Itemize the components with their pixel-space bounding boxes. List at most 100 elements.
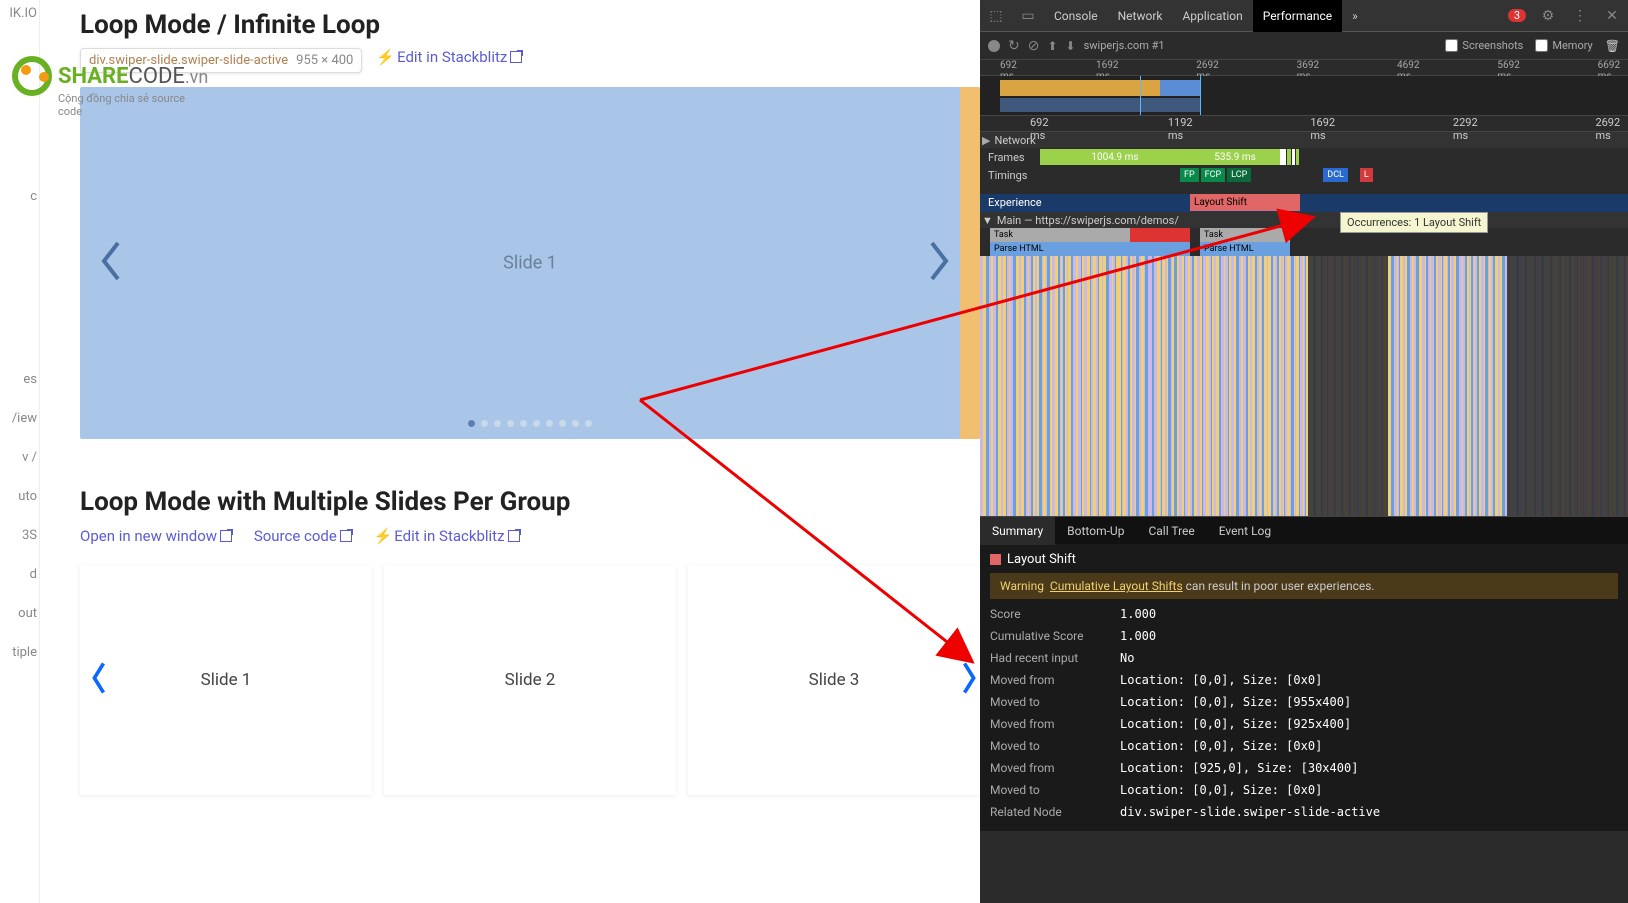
slide-card[interactable]: Slide 3 [688,565,980,795]
expand-icon[interactable]: ▶ [982,134,990,147]
device-icon[interactable]: ▭ [1012,8,1044,24]
frames-track[interactable]: Frames 1004.9 ms 535.9 ms [980,148,1628,166]
next-button[interactable] [926,239,954,287]
fp-badge[interactable]: FP [1180,168,1199,182]
timings-track[interactable]: Timings FP FCP LCP DCL L [980,166,1628,184]
summary-key: Moved from [990,761,1120,775]
tab-more[interactable]: » [1342,0,1368,32]
summary-key: Moved to [990,739,1120,753]
perf-toolbar: ↻ ⊘ ⬆ ⬇ swiperjs.com #1 Screenshots Memo… [980,32,1628,60]
clear-icon[interactable]: ⊘ [1028,38,1040,54]
open-window-link[interactable]: Open in new window [80,527,232,545]
external-icon [220,530,232,542]
slide-card[interactable]: Slide 2 [384,565,676,795]
summary-row: Moved toLocation: [0,0], Size: [0x0] [990,779,1618,801]
layout-shift-marker[interactable]: Layout Shift [1190,194,1300,211]
dcl-badge[interactable]: DCL [1323,168,1348,182]
pagination-dot[interactable] [533,420,540,427]
error-badge[interactable]: 3 [1508,9,1526,22]
sidebar-item[interactable]: out [18,606,37,621]
pagination-dot[interactable] [572,420,579,427]
bolt-icon: ⚡ [374,527,393,545]
inspect-icon[interactable]: ⬚ [980,8,1012,24]
tab-call-tree[interactable]: Call Tree [1136,517,1206,545]
record-icon[interactable] [988,40,1000,52]
tab-event-log[interactable]: Event Log [1207,517,1283,545]
summary-key: Related Node [990,805,1120,819]
summary-key: Moved from [990,717,1120,731]
frame-segment[interactable]: 1004.9 ms [1040,149,1190,165]
edit-stackblitz-link[interactable]: ⚡Edit in Stackblitz [376,48,522,66]
lcp-badge[interactable]: LCP [1227,168,1251,182]
warning-row: Warning Cumulative Layout Shifts can res… [990,573,1618,599]
fcp-badge[interactable]: FCP [1201,168,1226,182]
timeline-ruler[interactable]: 692 ms1692 ms2692 ms3692 ms4692 ms5692 m… [980,60,1628,76]
pagination-dot[interactable] [494,420,501,427]
sidebar-item[interactable]: c [30,189,37,204]
sidebar-item[interactable]: tiple [12,645,37,660]
external-icon [340,530,352,542]
flame-chart[interactable] [980,256,1628,516]
pagination-dot[interactable] [585,420,592,427]
tab-performance[interactable]: Performance [1253,0,1342,32]
main-track-header[interactable]: ▼Main — https://swiperjs.com/demos/ [980,212,1628,228]
memory-checkbox[interactable]: Memory [1535,39,1592,52]
import-icon[interactable]: ⬆ [1047,39,1057,53]
summary-key: Moved to [990,783,1120,797]
frame-segment[interactable]: 535.9 ms [1190,149,1280,165]
recording-url[interactable]: swiperjs.com #1 [1084,39,1165,52]
prev-button[interactable] [96,239,124,287]
pagination-dot[interactable] [468,420,475,427]
pagination-dot[interactable] [559,420,566,427]
external-icon [508,530,520,542]
parse-html-track[interactable]: Parse HTML Parse HTML [980,242,1628,256]
cls-link[interactable]: Cumulative Layout Shifts [1050,579,1183,593]
next-slide-peek [960,87,980,439]
swiper-loop[interactable]: Slide 1 [80,87,980,439]
tab-application[interactable]: Application [1172,0,1252,32]
source-code-link[interactable]: Source code [254,527,352,545]
external-icon [510,51,522,63]
next-button[interactable] [958,658,982,702]
pagination-dot[interactable] [481,420,488,427]
summary-key: Had recent input [990,651,1120,665]
kebab-icon[interactable]: ⋮ [1564,8,1596,24]
pagination-dot[interactable] [507,420,514,427]
edit-stackblitz-link[interactable]: ⚡Edit in Stackblitz [374,527,520,545]
tab-bottom-up[interactable]: Bottom-Up [1055,517,1136,545]
summary-value: 1.000 [1120,607,1156,621]
prev-button[interactable] [86,658,110,702]
sidebar-item[interactable]: v / [22,450,37,465]
sidebar-item[interactable]: IK.IO [9,6,37,21]
sidebar-item[interactable]: 3S [22,528,37,543]
close-icon[interactable]: ✕ [1596,8,1628,24]
sidebar-item[interactable]: es [23,372,37,387]
screenshots-checkbox[interactable]: Screenshots [1445,39,1523,52]
timeline-overview[interactable] [980,76,1628,116]
sidebar-item[interactable]: /iew [12,411,37,426]
pagination-dot[interactable] [520,420,527,427]
pagination[interactable] [468,420,592,427]
collapse-icon[interactable]: ▼ [982,214,993,227]
reload-icon[interactable]: ↻ [1008,38,1020,54]
timeline-ruler-zoom[interactable]: 692 ms1192 ms1692 ms2292 ms2692 ms [980,116,1628,132]
swiper-multi[interactable]: Slide 1 Slide 2 Slide 3 [80,565,980,795]
load-badge[interactable]: L [1360,168,1373,182]
experience-track[interactable]: Experience Layout Shift [980,194,1628,212]
network-track[interactable]: ▶Network [980,132,1628,148]
task-track[interactable]: Task Task Task [980,228,1628,242]
summary-row: Had recent inputNo [990,647,1618,669]
pagination-dot[interactable] [546,420,553,427]
sidebar-item[interactable]: uto [18,489,37,504]
summary-value: div.swiper-slide.swiper-slide-active [1120,805,1380,819]
tab-console[interactable]: Console [1044,0,1108,32]
sidebar-item[interactable]: d [30,567,37,582]
tab-summary[interactable]: Summary [980,517,1055,545]
slide-card[interactable]: Slide 1 [80,565,372,795]
tab-network[interactable]: Network [1108,0,1173,32]
export-icon[interactable]: ⬇ [1066,39,1076,53]
gear-icon[interactable]: ⚙ [1532,8,1564,24]
trash-icon[interactable]: 🗑 [1605,39,1620,53]
summary-row: Moved fromLocation: [0,0], Size: [925x40… [990,713,1618,735]
sharecode-logo[interactable]: SHARECODE.vn Cộng đồng chia sẻ source co… [12,56,208,96]
